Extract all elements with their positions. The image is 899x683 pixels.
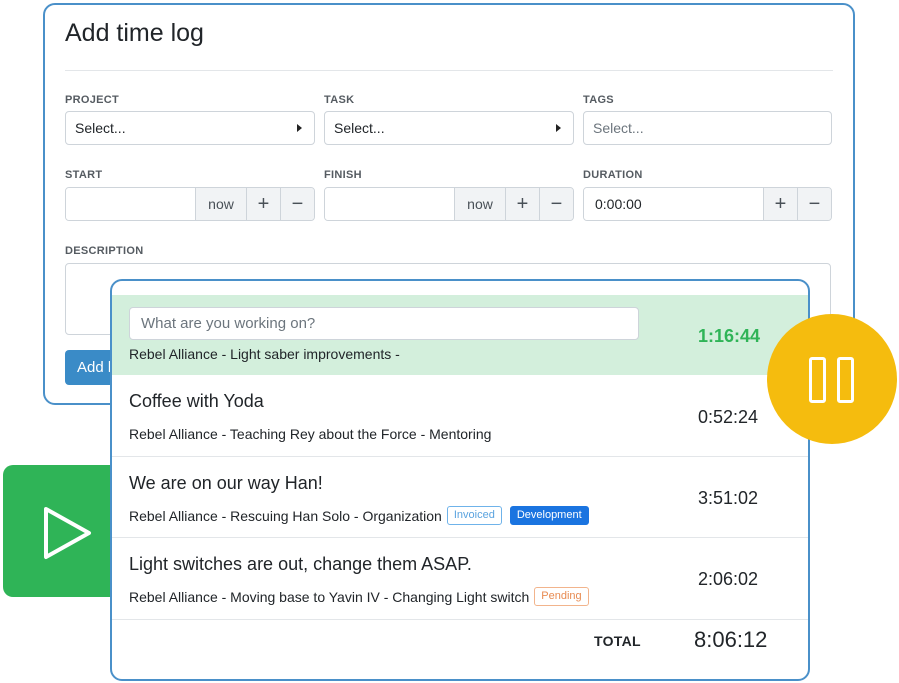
entry-time: 3:51:02 bbox=[698, 488, 759, 508]
play-icon bbox=[44, 507, 91, 559]
finish-plus-button[interactable]: + bbox=[505, 188, 539, 220]
entry-title: We are on our way Han! bbox=[129, 473, 323, 493]
duration-plus-button[interactable]: + bbox=[763, 188, 797, 220]
time-entries-card: Rebel Alliance - Light saber improvement… bbox=[110, 279, 810, 681]
tags-select[interactable]: Select... bbox=[583, 111, 832, 145]
time-entry[interactable]: Coffee with Yoda Rebel Alliance - Teachi… bbox=[112, 375, 808, 457]
entry-title: Light switches are out, change them ASAP… bbox=[129, 554, 472, 574]
tags-label: TAGS bbox=[583, 94, 614, 106]
total-label: TOTAL bbox=[594, 633, 641, 649]
finish-minus-button[interactable]: − bbox=[539, 188, 573, 220]
duration-input-group: + − bbox=[583, 187, 832, 221]
start-plus-button[interactable]: + bbox=[246, 188, 280, 220]
running-entry: Rebel Alliance - Light saber improvement… bbox=[112, 295, 808, 375]
entry-title: Coffee with Yoda bbox=[129, 391, 264, 411]
caret-right-icon bbox=[556, 124, 561, 132]
task-select-value: Select... bbox=[334, 120, 385, 136]
time-entry[interactable]: Light switches are out, change them ASAP… bbox=[112, 538, 808, 620]
entry-subtitle: Rebel Alliance - Teaching Rey about the … bbox=[129, 426, 492, 442]
duration-input[interactable] bbox=[584, 188, 763, 220]
start-label: START bbox=[65, 169, 103, 181]
invoiced-badge: Invoiced bbox=[446, 506, 502, 525]
start-input[interactable] bbox=[66, 188, 195, 220]
total-value: 8:06:12 bbox=[694, 627, 768, 652]
pending-badge: Pending bbox=[534, 587, 589, 606]
task-select[interactable]: Select... bbox=[324, 111, 574, 145]
running-entry-subtitle: Rebel Alliance - Light saber improvement… bbox=[129, 346, 400, 362]
pause-bar-right bbox=[837, 357, 854, 403]
development-badge: Development bbox=[509, 506, 589, 525]
entry-subtitle: Rebel Alliance - Moving base to Yavin IV… bbox=[129, 588, 530, 605]
running-entry-time: 1:16:44 bbox=[698, 326, 761, 346]
finish-input[interactable] bbox=[325, 188, 454, 220]
form-title: Add time log bbox=[65, 19, 204, 47]
caret-right-icon bbox=[297, 124, 302, 132]
description-label: DESCRIPTION bbox=[65, 245, 144, 257]
finish-label: FINISH bbox=[324, 169, 362, 181]
time-entry[interactable]: We are on our way Han! Rebel Alliance - … bbox=[112, 457, 808, 538]
project-select-value: Select... bbox=[75, 120, 126, 136]
duration-label: DURATION bbox=[583, 169, 643, 181]
pause-button[interactable] bbox=[767, 314, 897, 444]
working-on-input[interactable] bbox=[129, 307, 639, 340]
duration-minus-button[interactable]: − bbox=[797, 188, 831, 220]
entry-subtitle-row: Rebel Alliance - Moving base to Yavin IV… bbox=[129, 587, 589, 606]
pause-bar-left bbox=[809, 357, 826, 403]
start-input-group: now + − bbox=[65, 187, 315, 221]
project-select[interactable]: Select... bbox=[65, 111, 315, 145]
tags-select-value: Select... bbox=[593, 120, 644, 136]
entry-subtitle: Rebel Alliance - Rescuing Han Solo - Org… bbox=[129, 507, 442, 524]
entry-subtitle-row: Rebel Alliance - Rescuing Han Solo - Org… bbox=[129, 506, 589, 525]
entry-time: 2:06:02 bbox=[698, 569, 759, 589]
start-now-button[interactable]: now bbox=[195, 188, 246, 220]
entry-time: 0:52:24 bbox=[698, 407, 759, 427]
project-label: PROJECT bbox=[65, 94, 120, 106]
finish-now-button[interactable]: now bbox=[454, 188, 505, 220]
task-label: TASK bbox=[324, 94, 355, 106]
start-minus-button[interactable]: − bbox=[280, 188, 314, 220]
form-divider bbox=[65, 70, 833, 71]
finish-input-group: now + − bbox=[324, 187, 574, 221]
